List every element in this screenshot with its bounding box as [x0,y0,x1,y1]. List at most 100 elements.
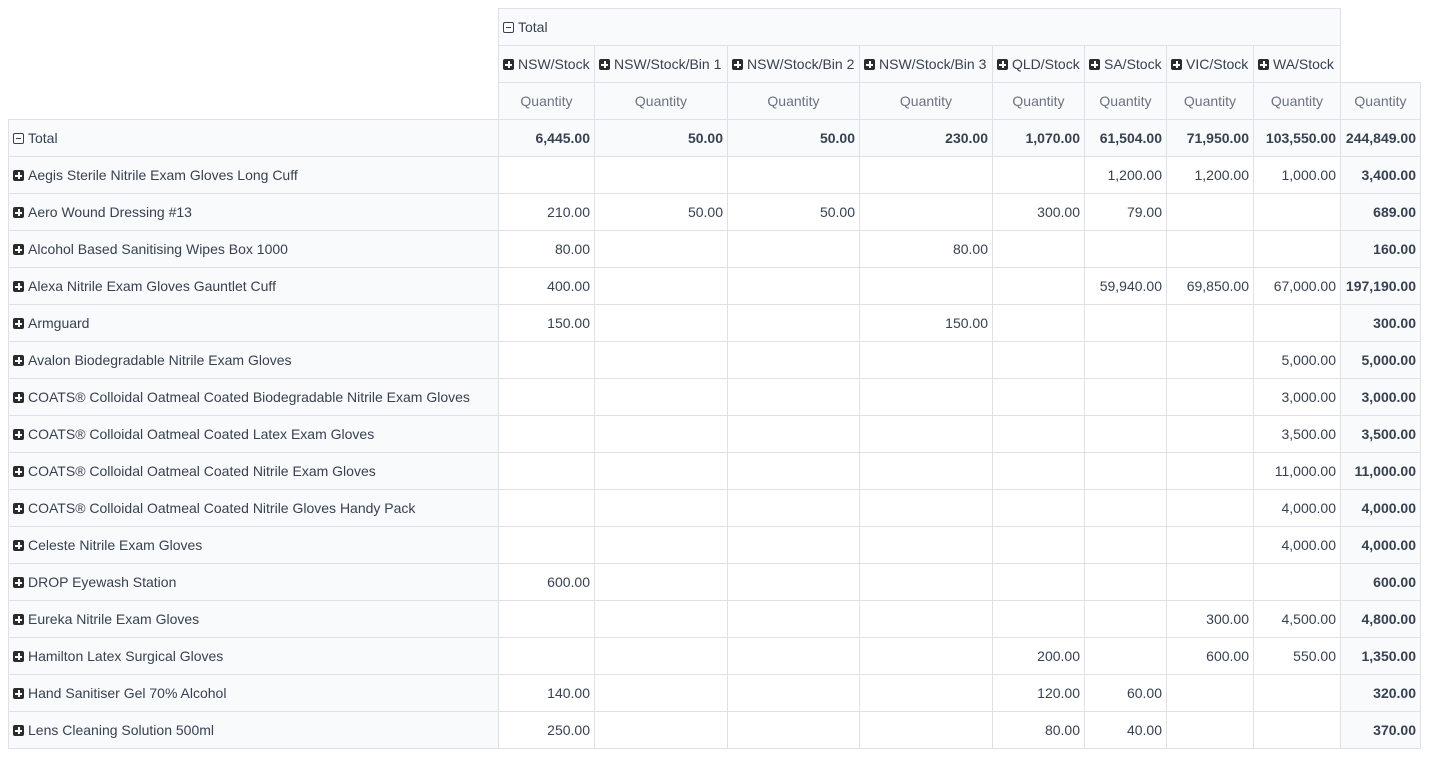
expand-plus-icon[interactable] [13,614,24,625]
value-cell[interactable]: 600.00 [498,563,595,601]
row-total-cell[interactable]: 370.00 [1340,711,1421,749]
value-cell[interactable] [1166,452,1254,490]
value-cell[interactable] [1084,563,1167,601]
col-header-vic-stock[interactable]: VIC/Stock [1166,45,1254,83]
value-cell[interactable]: 300.00 [1166,600,1254,638]
value-cell[interactable] [1084,378,1167,416]
value-cell[interactable] [992,452,1085,490]
value-cell[interactable]: 50.00 [594,193,728,231]
col-header-nsw-stock-bin-2[interactable]: NSW/Stock/Bin 2 [727,45,860,83]
value-cell[interactable] [727,415,860,453]
row-header-product[interactable]: Hamilton Latex Surgical Gloves [8,637,499,675]
row-total-cell[interactable]: 4,800.00 [1340,600,1421,638]
value-cell[interactable]: 600.00 [1166,637,1254,675]
value-cell[interactable] [1253,563,1341,601]
value-cell[interactable]: 150.00 [498,304,595,342]
value-cell[interactable] [1166,526,1254,564]
row-header-product[interactable]: Eureka Nitrile Exam Gloves [8,600,499,638]
expand-plus-icon[interactable] [503,59,514,70]
row-header-product[interactable]: COATS® Colloidal Oatmeal Coated Latex Ex… [8,415,499,453]
value-cell[interactable] [1166,193,1254,231]
value-cell[interactable]: 550.00 [1253,637,1341,675]
col-group-total-header[interactable]: Total [498,8,1341,46]
value-cell[interactable]: 80.00 [992,711,1085,749]
value-cell[interactable] [727,711,860,749]
row-total-cell[interactable]: 1,350.00 [1340,637,1421,675]
value-cell[interactable] [594,526,728,564]
expand-plus-icon[interactable] [1171,59,1182,70]
row-header-product[interactable]: COATS® Colloidal Oatmeal Coated Biodegra… [8,378,499,416]
measure-header-quantity[interactable]: Quantity [727,82,860,120]
value-cell[interactable] [859,637,993,675]
value-cell[interactable]: 4,000.00 [1253,489,1341,527]
value-cell[interactable]: 71,950.00 [1166,119,1254,157]
value-cell[interactable] [1084,452,1167,490]
value-cell[interactable] [1166,304,1254,342]
expand-plus-icon[interactable] [13,688,24,699]
value-cell[interactable] [859,378,993,416]
expand-plus-icon[interactable] [13,466,24,477]
value-cell[interactable] [992,267,1085,305]
value-cell[interactable]: 140.00 [498,674,595,712]
row-header-product[interactable]: Avalon Biodegradable Nitrile Exam Gloves [8,341,499,379]
value-cell[interactable] [1166,711,1254,749]
value-cell[interactable] [859,600,993,638]
value-cell[interactable] [859,452,993,490]
expand-plus-icon[interactable] [13,244,24,255]
value-cell[interactable] [992,230,1085,268]
value-cell[interactable] [594,304,728,342]
expand-plus-icon[interactable] [13,318,24,329]
expand-plus-icon[interactable] [1089,59,1100,70]
row-header-product[interactable]: Aegis Sterile Nitrile Exam Gloves Long C… [8,156,499,194]
value-cell[interactable]: 4,000.00 [1253,526,1341,564]
value-cell[interactable] [1253,230,1341,268]
value-cell[interactable]: 150.00 [859,304,993,342]
value-cell[interactable] [992,156,1085,194]
value-cell[interactable] [594,711,728,749]
row-total-cell[interactable]: 5,000.00 [1340,341,1421,379]
row-total-cell[interactable]: 600.00 [1340,563,1421,601]
value-cell[interactable]: 400.00 [498,267,595,305]
value-cell[interactable] [727,452,860,490]
expand-plus-icon[interactable] [13,429,24,440]
col-header-wa-stock[interactable]: WA/Stock [1253,45,1341,83]
row-total-cell[interactable]: 300.00 [1340,304,1421,342]
expand-plus-icon[interactable] [997,59,1008,70]
row-total-cell[interactable]: 320.00 [1340,674,1421,712]
value-cell[interactable] [498,341,595,379]
value-cell[interactable] [1253,193,1341,231]
value-cell[interactable] [992,341,1085,379]
row-header-product[interactable]: Hand Sanitiser Gel 70% Alcohol [8,674,499,712]
expand-plus-icon[interactable] [13,392,24,403]
value-cell[interactable] [992,526,1085,564]
value-cell[interactable] [1084,304,1167,342]
value-cell[interactable] [498,600,595,638]
row-total-cell[interactable]: 4,000.00 [1340,489,1421,527]
measure-header-quantity[interactable]: Quantity [594,82,728,120]
value-cell[interactable] [1166,230,1254,268]
value-cell[interactable]: 6,445.00 [498,119,595,157]
measure-header-quantity[interactable]: Quantity [498,82,595,120]
row-total-cell[interactable]: 3,500.00 [1340,415,1421,453]
value-cell[interactable] [498,489,595,527]
expand-plus-icon[interactable] [13,170,24,181]
value-cell[interactable] [1253,711,1341,749]
value-cell[interactable] [594,415,728,453]
value-cell[interactable]: 210.00 [498,193,595,231]
value-cell[interactable]: 50.00 [594,119,728,157]
value-cell[interactable]: 3,500.00 [1253,415,1341,453]
row-header-product[interactable]: Armguard [8,304,499,342]
value-cell[interactable] [859,526,993,564]
expand-plus-icon[interactable] [864,59,875,70]
value-cell[interactable]: 80.00 [498,230,595,268]
expand-plus-icon[interactable] [13,651,24,662]
value-cell[interactable] [1166,563,1254,601]
collapse-minus-icon[interactable] [13,133,24,144]
value-cell[interactable]: 1,000.00 [1253,156,1341,194]
value-cell[interactable]: 5,000.00 [1253,341,1341,379]
col-header-sa-stock[interactable]: SA/Stock [1084,45,1167,83]
value-cell[interactable]: 300.00 [992,193,1085,231]
value-cell[interactable]: 230.00 [859,119,993,157]
value-cell[interactable] [727,526,860,564]
value-cell[interactable] [594,378,728,416]
